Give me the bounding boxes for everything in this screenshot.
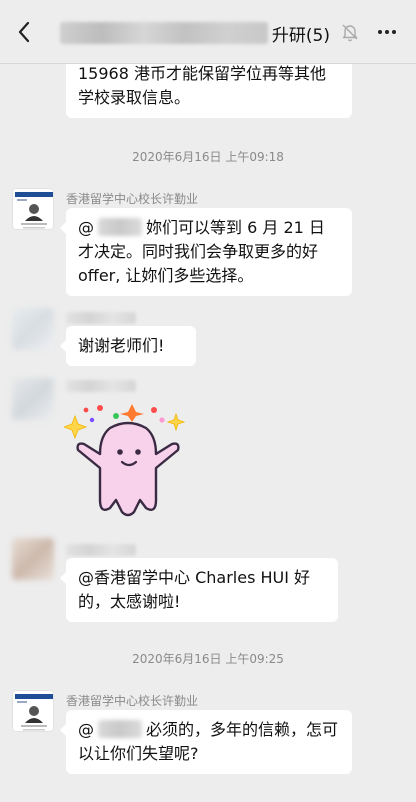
chat-title-suffix: 升研(5) [271, 25, 330, 46]
bell-muted-icon [340, 22, 360, 42]
timestamp: 2020年6月16日 上午09:25 [132, 652, 284, 666]
avatar[interactable] [12, 690, 54, 732]
message-bubble: @ 妳们可以等到 6 月 21 日才决定。同时我们会争取更多的好 offer, 让… [60, 208, 352, 296]
avatar[interactable] [12, 308, 54, 350]
redacted-mention [98, 720, 142, 738]
timestamp: 2020年6月16日 上午09:18 [132, 150, 284, 164]
message-bubble: @ 必须的，多年的信赖，怎可以让你们失望呢? [60, 710, 352, 774]
chat-window: 升研(5) 15968 港币才能保留学位再等其他学校录取信息。 2020年6月1… [0, 0, 416, 802]
redacted-title-block [60, 22, 268, 44]
sender-name: 香港留学中心校长许勤业 [66, 192, 199, 206]
redacted-sender-name [66, 312, 136, 324]
avatar[interactable] [12, 538, 54, 580]
back-chevron-icon[interactable] [8, 16, 40, 48]
avatar[interactable] [12, 378, 54, 420]
message-bubble: @香港留学中心 Charles HUI 好的，太感谢啦! [60, 558, 338, 622]
message-text: @香港留学中心 Charles HUI 好的，太感谢啦! [78, 568, 311, 611]
sender-name: 香港留学中心校长许勤业 [66, 694, 199, 708]
redacted-sender-name [66, 544, 136, 556]
message-bubble: 谢谢老师们! [60, 326, 196, 366]
more-dots-icon[interactable] [372, 22, 402, 42]
message-text: 15968 港币才能保留学位再等其他学校录取信息。 [78, 64, 326, 107]
redacted-sender-name [66, 380, 136, 392]
mention-prefix: @ [78, 720, 94, 739]
chat-title: 升研(5) [60, 20, 330, 46]
redacted-mention [98, 218, 142, 236]
avatar[interactable] [12, 188, 54, 230]
pink-ghost-sticker[interactable] [62, 396, 192, 524]
mention-prefix: @ [78, 218, 94, 237]
message-text: 谢谢老师们! [78, 336, 165, 355]
chat-header: 升研(5) [0, 0, 416, 64]
